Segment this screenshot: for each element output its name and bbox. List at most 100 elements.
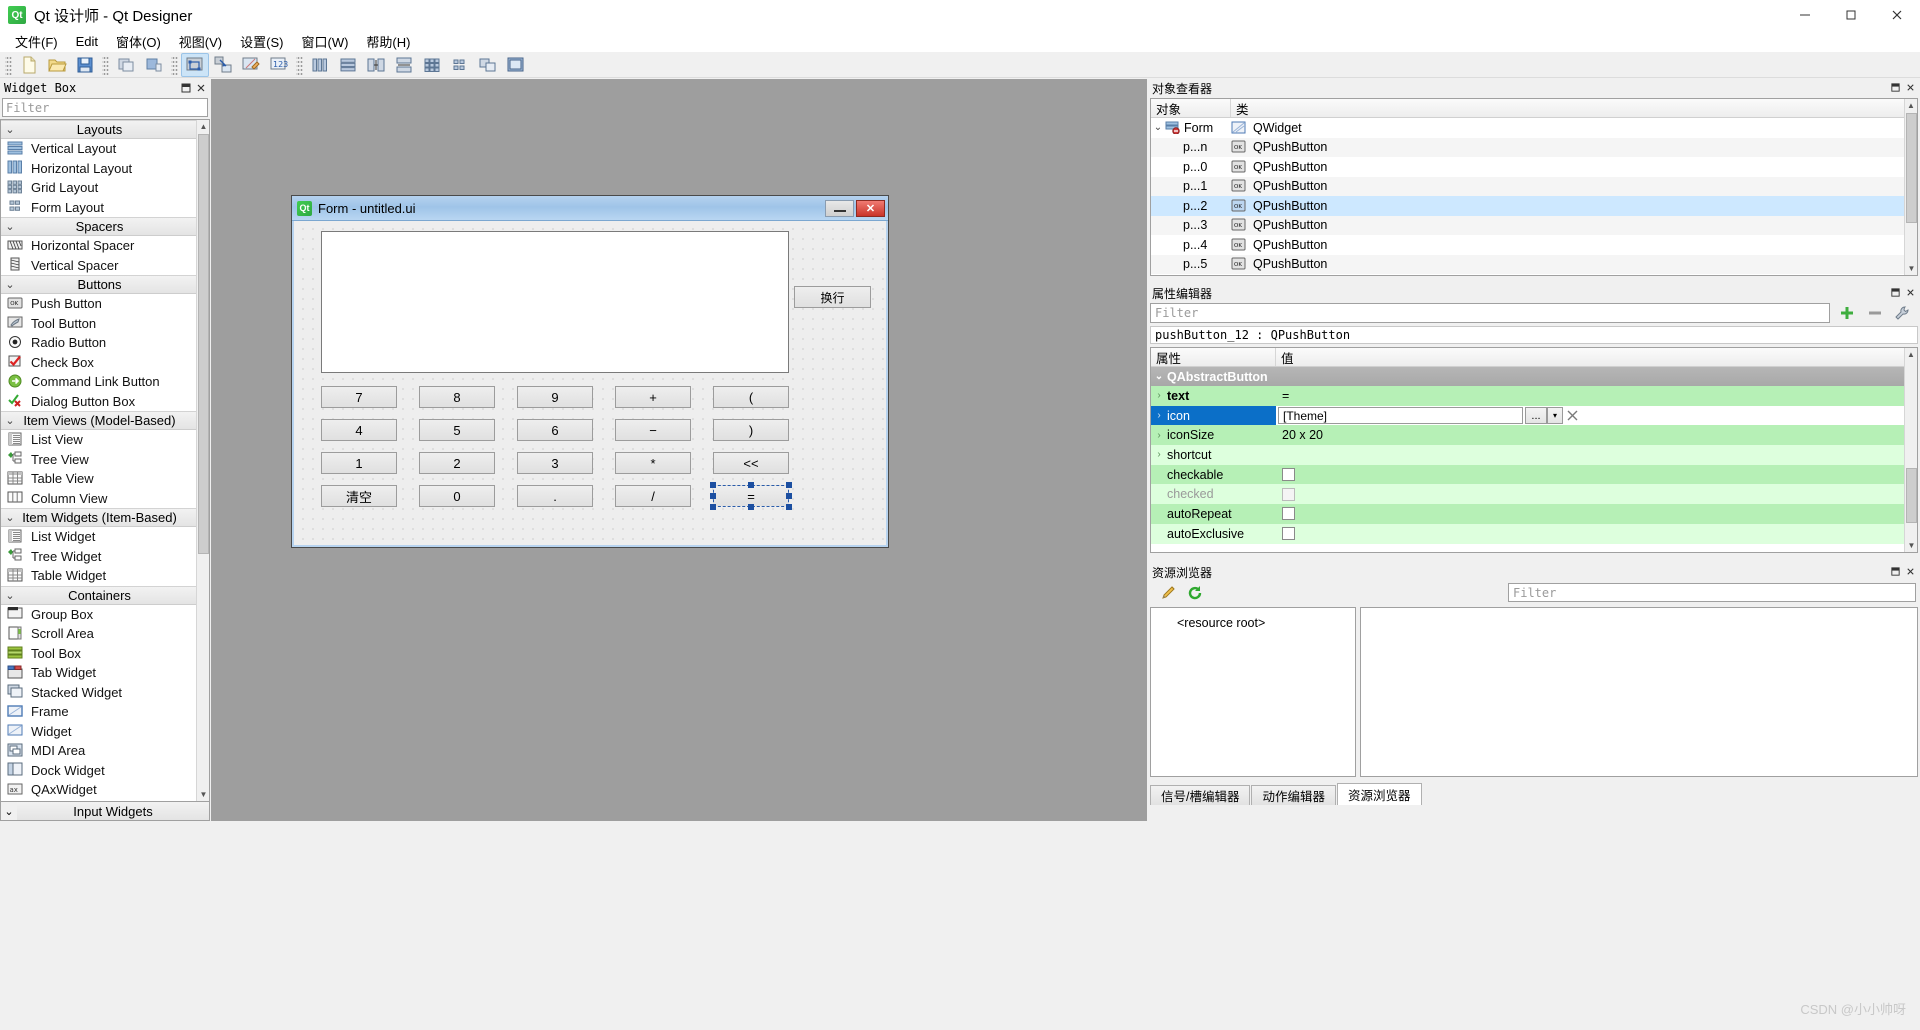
chevron-down-icon[interactable]: ▾ [1547, 407, 1563, 425]
selection-handle-tc[interactable] [748, 482, 754, 488]
calc-button-1[interactable]: 1 [321, 452, 397, 474]
scroll-down-icon[interactable]: ▼ [1905, 539, 1917, 552]
calc-button-7[interactable]: 7 [321, 386, 397, 408]
property-checkbox-checkable[interactable] [1282, 468, 1295, 482]
pin-icon[interactable] [180, 82, 193, 95]
widget-box-item-push-button[interactable]: OK Push Button [1, 294, 196, 314]
undo-icon[interactable] [112, 53, 140, 77]
form-title-bar[interactable]: Qt Form - untitled.ui ✕ [292, 196, 888, 221]
widget-box-item-tool-button[interactable]: Tool Button [1, 314, 196, 334]
menu-help[interactable]: 帮助(H) [357, 30, 419, 53]
calc-button-清空[interactable]: 清空 [321, 485, 397, 507]
object-inspector-table[interactable]: 对象 类 ⌄ Form QWidget p...n OK QPushButton p...0… [1150, 98, 1918, 276]
scroll-up-icon[interactable]: ▲ [1905, 348, 1917, 361]
widget-box-item-frame[interactable]: Frame [1, 702, 196, 722]
widget-box-item-horizontal-spacer[interactable]: Horizontal Spacer [1, 236, 196, 256]
toolbar-grip[interactable] [296, 54, 303, 75]
calc-button-op[interactable]: * [615, 452, 691, 474]
menu-form[interactable]: 窗体(O) [107, 30, 170, 53]
property-name-cell[interactable]: › shortcut [1151, 445, 1276, 465]
property-editor-table[interactable]: 属性 值 ⌄ QAbstractButton › text = › icon [Theme… [1150, 347, 1918, 553]
resource-root-item[interactable]: <resource root> [1151, 616, 1355, 630]
close-icon[interactable] [195, 82, 208, 95]
calc-button-op[interactable]: ) [713, 419, 789, 441]
scroll-down-icon[interactable]: ▼ [197, 788, 209, 801]
calc-button-op[interactable]: − [615, 419, 691, 441]
widget-box-category-buttons[interactable]: ⌄ Buttons [1, 275, 196, 294]
property-checkbox-autorepeat[interactable] [1282, 507, 1295, 521]
add-dynamic-property-button[interactable] [1834, 303, 1860, 323]
chevron-right-icon[interactable]: › [1151, 410, 1167, 421]
widget-box-item-list-widget[interactable]: List Widget [1, 527, 196, 547]
dock-tab-信号/槽编辑器[interactable]: 信号/槽编辑器 [1150, 785, 1251, 805]
scroll-up-icon[interactable]: ▲ [197, 120, 209, 133]
widget-box-footer-category[interactable]: ⌄ Input Widgets [0, 802, 210, 821]
menu-file[interactable]: 文件(F) [6, 30, 67, 53]
menu-view[interactable]: 视图(V) [170, 30, 231, 53]
selection-handle-mr[interactable] [786, 493, 792, 499]
widget-box-item-tab-widget[interactable]: Tab Widget [1, 663, 196, 683]
calc-button-8[interactable]: 8 [419, 386, 495, 408]
widget-box-item-tool-box[interactable]: Tool Box [1, 644, 196, 664]
object-inspector-row[interactable]: p...1 OK QPushButton [1151, 176, 1917, 196]
property-row-shortcut[interactable]: › shortcut [1151, 445, 1917, 465]
chevron-right-icon[interactable]: › [1151, 430, 1167, 441]
calc-button-4[interactable]: 4 [321, 419, 397, 441]
pin-icon[interactable] [1890, 566, 1902, 578]
close-icon[interactable] [1905, 287, 1917, 299]
property-row-autoexclusive[interactable]: autoExclusive [1151, 523, 1917, 544]
widget-box-item-widget[interactable]: Widget [1, 722, 196, 742]
widget-box-item-group-box[interactable]: Group Box [1, 605, 196, 625]
widget-box-category-spacers[interactable]: ⌄ Spacers [1, 217, 196, 236]
icon-theme-combo[interactable]: [Theme] [1278, 407, 1523, 425]
widget-box-item-vertical-spacer[interactable]: Vertical Spacer [1, 256, 196, 276]
layout-vertically-icon[interactable] [334, 53, 362, 77]
property-name-cell[interactable]: › iconSize [1151, 425, 1276, 445]
scroll-thumb[interactable] [198, 134, 209, 554]
selection-handle-bl[interactable] [710, 504, 716, 510]
widget-box-list[interactable]: ⌄ Layouts Vertical Layout Horizontal Layout… [0, 119, 210, 802]
property-checkbox-autoexclusive[interactable] [1282, 527, 1295, 541]
wrench-icon[interactable] [1890, 303, 1916, 323]
property-value-cell[interactable]: = [1276, 386, 1917, 406]
property-value-cell[interactable] [1276, 464, 1917, 485]
chevron-right-icon[interactable]: › [1151, 390, 1167, 401]
widget-box-item-tree-view[interactable]: Tree View [1, 450, 196, 470]
widget-box-scrollbar[interactable]: ▲ ▼ [196, 120, 209, 801]
widget-box-item-scroll-area[interactable]: Scroll Area [1, 624, 196, 644]
widget-box-item-form-layout[interactable]: Form Layout [1, 198, 196, 218]
toolbar-grip[interactable] [102, 54, 109, 75]
display-text-edit[interactable] [321, 231, 789, 373]
property-group-qabstractbutton[interactable]: ⌄ QAbstractButton [1151, 367, 1917, 386]
minimize-button[interactable] [1782, 0, 1828, 30]
property-row-checked[interactable]: checked [1151, 484, 1917, 505]
widget-box-category-item-widgets-item-based[interactable]: ⌄ Item Widgets (Item-Based) [1, 508, 196, 527]
pin-icon[interactable] [1890, 287, 1902, 299]
property-name-cell[interactable]: checkable [1151, 465, 1276, 485]
property-value-cell[interactable] [1276, 523, 1917, 544]
object-inspector-row[interactable]: ⌄ Form QWidget [1151, 118, 1917, 138]
layout-horizontally-icon[interactable] [306, 53, 334, 77]
open-file-icon[interactable] [43, 53, 71, 77]
close-icon[interactable] [1905, 566, 1917, 578]
layout-in-splitter-h-icon[interactable] [362, 53, 390, 77]
property-value-cell[interactable]: [Theme]... ▾ [1276, 405, 1917, 426]
property-row-icon[interactable]: › icon [Theme]... ▾ [1151, 405, 1917, 426]
selection-handle-ml[interactable] [710, 493, 716, 499]
menu-window[interactable]: 窗口(W) [292, 30, 357, 53]
calc-button-op[interactable]: << [713, 452, 789, 474]
widget-box-item-table-widget[interactable]: Table Widget [1, 566, 196, 586]
object-inspector-row[interactable]: p...5 OK QPushButton [1151, 254, 1917, 274]
break-layout-icon[interactable] [474, 53, 502, 77]
newline-button[interactable]: 换行 [794, 286, 871, 308]
scroll-up-icon[interactable]: ▲ [1905, 99, 1917, 112]
property-name-cell[interactable]: › icon [1151, 405, 1276, 426]
widget-box-item-grid-layout[interactable]: Grid Layout [1, 178, 196, 198]
edit-widgets-icon[interactable] [181, 52, 209, 77]
widget-box-item-list-view[interactable]: List View [1, 430, 196, 450]
chevron-right-icon[interactable]: › [1151, 449, 1167, 460]
widget-box-item-table-view[interactable]: Table View [1, 469, 196, 489]
object-inspector-row[interactable]: p...n OK QPushButton [1151, 137, 1917, 157]
form-window[interactable]: Qt Form - untitled.ui ✕ 换行 7 8 9 + (4 5 6 −) 1 2 3… [291, 195, 889, 548]
selection-handle-bc[interactable] [748, 504, 754, 510]
